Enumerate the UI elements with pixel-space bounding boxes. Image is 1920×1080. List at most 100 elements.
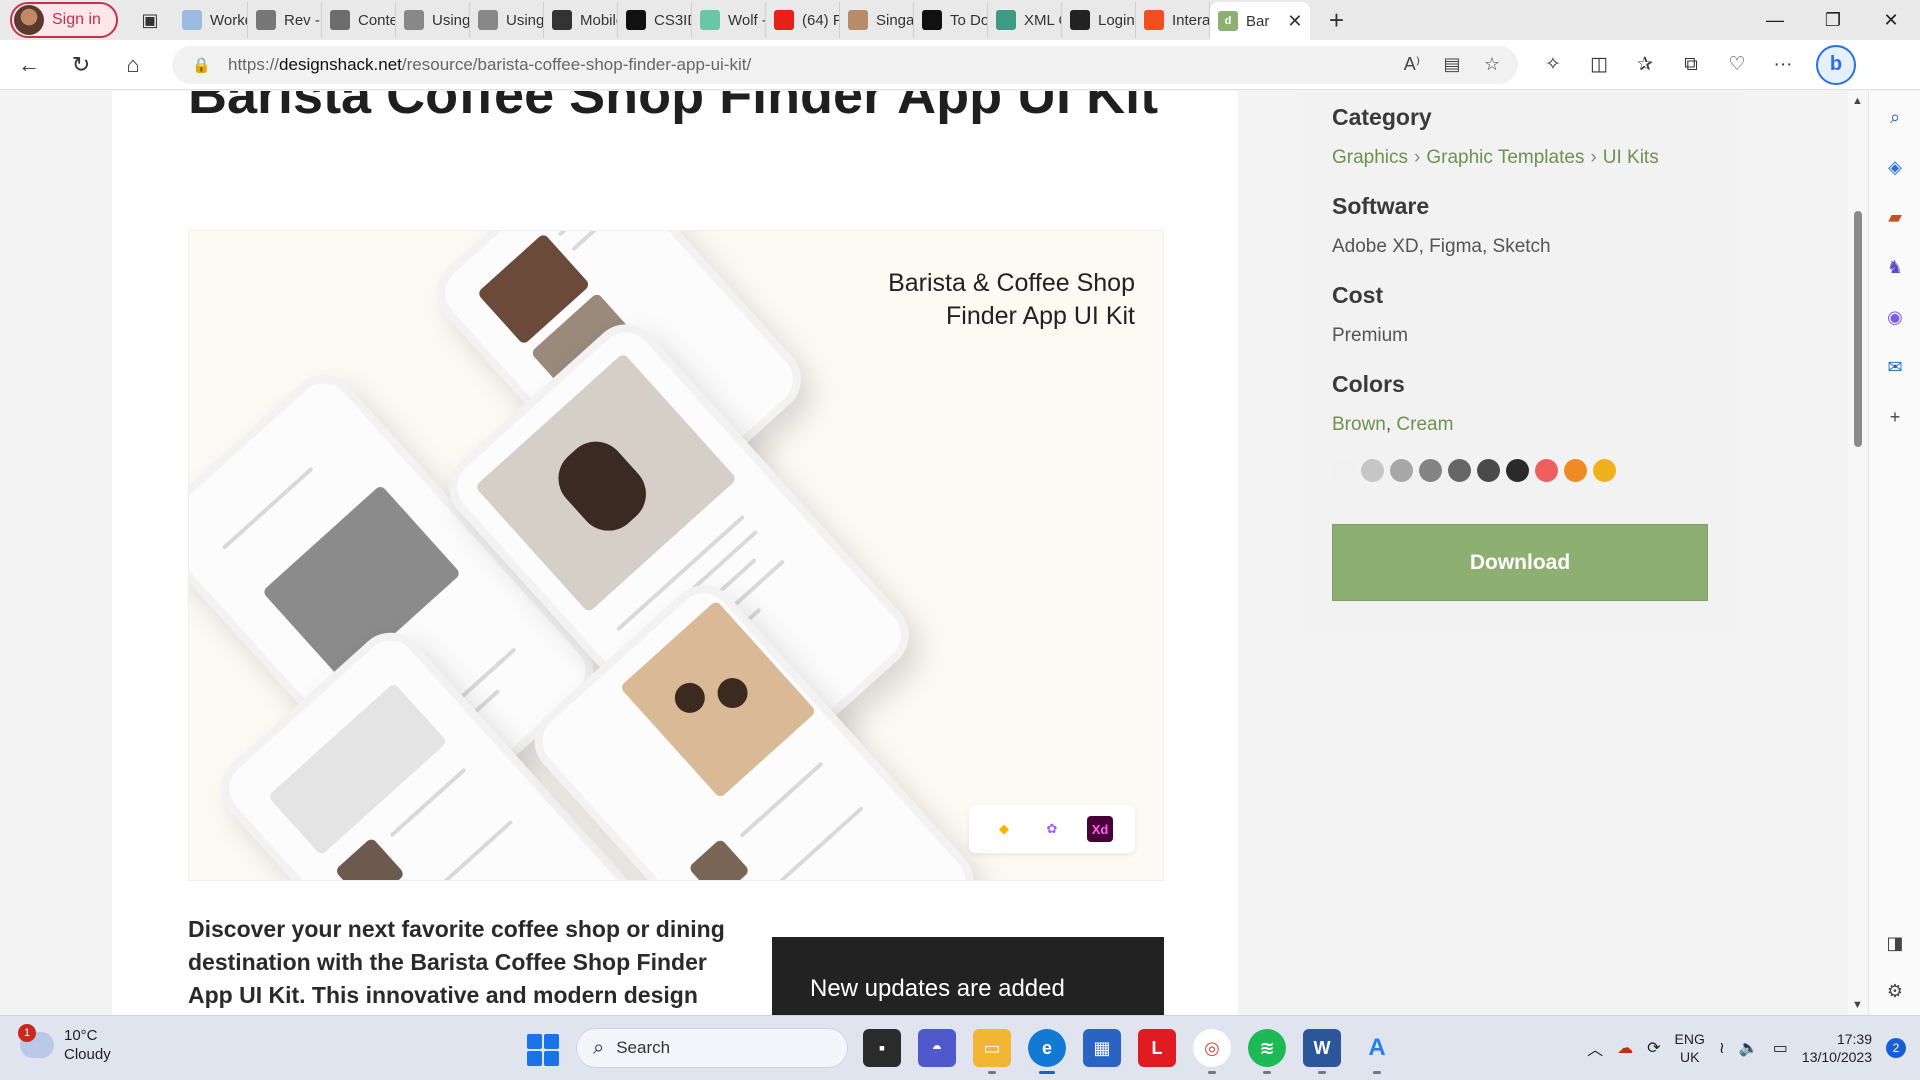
browser-tab[interactable]: (64) Pin bbox=[766, 2, 840, 38]
color-swatch bbox=[1419, 459, 1442, 482]
restore-icon[interactable]: ❐ bbox=[1804, 0, 1862, 40]
updates-notice[interactable]: New updates are added bbox=[772, 937, 1164, 1015]
browser-tab[interactable]: To Do L bbox=[914, 2, 988, 38]
hero-image: Barista & Coffee Shop Finder App UI Kit bbox=[188, 230, 1164, 881]
color-link-brown[interactable]: Brown bbox=[1332, 414, 1386, 435]
language-indicator[interactable]: ENG UK bbox=[1675, 1030, 1705, 1066]
browser-tab[interactable]: Singapo bbox=[840, 2, 914, 38]
browser-tab[interactable]: XML Ov bbox=[988, 2, 1062, 38]
taskbar-search[interactable]: ⌕ Search bbox=[576, 1028, 848, 1068]
chrome-icon[interactable]: ◎ bbox=[1193, 1029, 1231, 1074]
page-scrollbar[interactable]: ▲ ▼ bbox=[1848, 91, 1868, 1015]
tab-label: Login bbox=[1098, 11, 1135, 29]
task-view-icon[interactable]: ▪ bbox=[863, 1029, 901, 1067]
wifi-icon[interactable]: ≀ bbox=[1719, 1038, 1725, 1058]
weather-widget[interactable]: 1 10°C Cloudy bbox=[18, 1024, 111, 1064]
teams-chat-icon[interactable]: ◓ bbox=[918, 1029, 956, 1067]
browser-tab[interactable]: CS3ID L bbox=[618, 2, 692, 38]
browser-tab[interactable]: Using L bbox=[396, 2, 470, 38]
search-icon[interactable]: ⌕ bbox=[1881, 103, 1909, 131]
color-swatch bbox=[1506, 459, 1529, 482]
tab-actions-menu-icon[interactable]: ▣ bbox=[132, 2, 168, 38]
edge-sidebar: ⌕ ◈ ▰ ♞ ◉ ✉ + ◨ ⚙ bbox=[1868, 91, 1920, 1015]
bing-copilot-icon[interactable]: b bbox=[1816, 44, 1856, 85]
profile-signin-button[interactable]: Sign in bbox=[10, 2, 118, 38]
games-icon[interactable]: ♞ bbox=[1881, 253, 1909, 281]
lock-icon[interactable]: 🔒 bbox=[192, 56, 211, 74]
extensions-icon[interactable]: ✧ bbox=[1530, 45, 1576, 85]
running-indicator bbox=[1208, 1071, 1216, 1074]
main-content: Barista Coffee Shop Finder App UI Kit Ba… bbox=[112, 91, 1238, 1015]
profile-avatar bbox=[14, 5, 44, 35]
battery-icon[interactable]: ▭ bbox=[1773, 1038, 1788, 1058]
at-icon bbox=[256, 10, 276, 30]
favorite-star-icon[interactable]: ☆ bbox=[1476, 49, 1508, 81]
color-swatch bbox=[1448, 459, 1471, 482]
tools-briefcase-icon[interactable]: ▰ bbox=[1881, 203, 1909, 231]
microsoft365-icon[interactable]: ◉ bbox=[1881, 303, 1909, 331]
favorites-icon[interactable]: ✰ bbox=[1622, 45, 1668, 85]
more-menu-icon[interactable]: ··· bbox=[1760, 45, 1806, 85]
lastpass-l-icon[interactable]: L bbox=[1138, 1029, 1176, 1067]
scroll-up-icon[interactable]: ▲ bbox=[1852, 95, 1863, 107]
browser-tab[interactable]: Login bbox=[1062, 2, 1136, 38]
page-viewport: Barista Coffee Shop Finder App UI Kit Ba… bbox=[0, 91, 1868, 1015]
app-a-icon[interactable]: A bbox=[1358, 1029, 1396, 1074]
color-link-cream[interactable]: Cream bbox=[1396, 414, 1453, 435]
start-windows-icon[interactable] bbox=[527, 1034, 559, 1066]
browser-tab[interactable]: Mobile bbox=[544, 2, 618, 38]
color-swatch bbox=[1332, 459, 1355, 482]
collections-icon[interactable]: ⧉ bbox=[1668, 45, 1714, 85]
tray-chevron-icon[interactable]: ︿ bbox=[1587, 1036, 1603, 1060]
read-aloud-icon[interactable]: A⁾ bbox=[1396, 49, 1428, 81]
immersive-reader-icon[interactable]: ▤ bbox=[1436, 49, 1468, 81]
close-window-icon[interactable]: ✕ bbox=[1862, 0, 1920, 40]
new-tab-button[interactable]: + bbox=[1316, 2, 1356, 38]
edge-browser-icon[interactable]: e bbox=[1028, 1029, 1066, 1074]
browser-tab[interactable]: Wolf - F bbox=[692, 2, 766, 38]
close-tab-icon[interactable]: ✕ bbox=[1287, 11, 1302, 32]
scroll-down-icon[interactable]: ▼ bbox=[1852, 999, 1863, 1011]
browser-essentials-icon[interactable]: ♡ bbox=[1714, 45, 1760, 85]
category-link-graphics[interactable]: Graphics bbox=[1332, 147, 1408, 168]
category-link-ui-kits[interactable]: UI Kits bbox=[1603, 147, 1659, 168]
signin-label: Sign in bbox=[52, 11, 101, 28]
minimize-icon[interactable]: — bbox=[1746, 0, 1804, 40]
category-link-graphic-templates[interactable]: Graphic Templates bbox=[1426, 147, 1584, 168]
url-path: /resource/barista-coffee-shop-finder-app… bbox=[401, 54, 752, 74]
browser-tab[interactable]: Rev - C bbox=[248, 2, 322, 38]
weather-temp: 10°C bbox=[64, 1027, 98, 1044]
onedrive-icon[interactable]: ☁ bbox=[1617, 1038, 1633, 1058]
split-screen-icon[interactable]: ◫ bbox=[1576, 45, 1622, 85]
back-icon[interactable]: ← bbox=[6, 45, 52, 85]
color-separator: , bbox=[1385, 414, 1397, 435]
xd-icon: Xd bbox=[1087, 816, 1113, 842]
browser-tab-active[interactable]: d Bar ✕ bbox=[1210, 2, 1311, 40]
volume-icon[interactable]: 🔈 bbox=[1739, 1038, 1759, 1058]
refresh-icon[interactable]: ↻ bbox=[58, 45, 104, 85]
url-prefix: https:// bbox=[228, 54, 280, 74]
scroll-thumb[interactable] bbox=[1854, 211, 1862, 447]
shopping-tag-icon[interactable]: ◈ bbox=[1881, 153, 1909, 181]
outlook-icon[interactable]: ✉ bbox=[1881, 353, 1909, 381]
notification-count-badge[interactable]: 2 bbox=[1886, 1038, 1906, 1058]
file-explorer-icon[interactable]: ▭ bbox=[973, 1029, 1011, 1074]
browser-tab[interactable]: Content bbox=[322, 2, 396, 38]
sync-icon[interactable]: ⟳ bbox=[1647, 1038, 1660, 1058]
home-icon[interactable]: ⌂ bbox=[110, 45, 156, 85]
browser-tab[interactable]: Using V bbox=[470, 2, 544, 38]
spotify-icon[interactable]: ≋ bbox=[1248, 1029, 1286, 1074]
address-bar[interactable]: 🔒 https:// designshack.net /resource/bar… bbox=[172, 45, 1518, 84]
word-icon[interactable]: W bbox=[1303, 1029, 1341, 1074]
sidebar-settings-gear-icon[interactable]: ⚙ bbox=[1881, 977, 1909, 1005]
browser-tab[interactable]: Workda bbox=[174, 2, 248, 38]
download-button[interactable]: Download bbox=[1332, 524, 1708, 601]
browser-tab[interactable]: Interact bbox=[1136, 2, 1210, 38]
hide-sidebar-icon[interactable]: ◨ bbox=[1881, 929, 1909, 957]
v-icon bbox=[700, 10, 720, 30]
add-sidebar-app-icon[interactable]: + bbox=[1881, 403, 1909, 431]
clock[interactable]: 17:39 13/10/2023 bbox=[1802, 1030, 1872, 1066]
tab-label: CS3ID L bbox=[654, 11, 691, 29]
microsoft-store-icon[interactable]: ▦ bbox=[1083, 1029, 1121, 1067]
figma-icon: ✿ bbox=[1046, 821, 1058, 836]
